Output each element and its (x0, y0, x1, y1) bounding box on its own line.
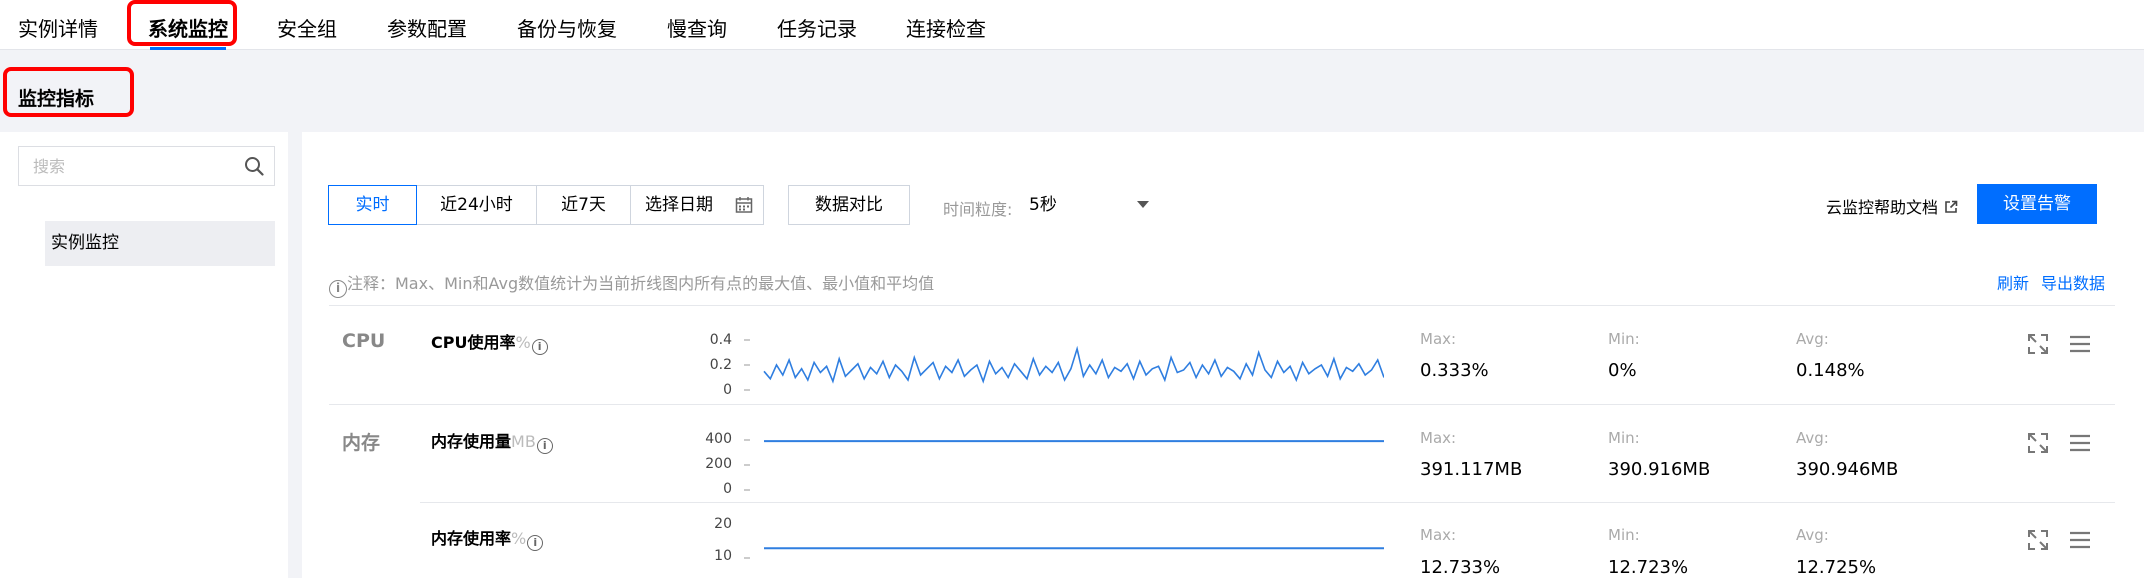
stat-label-avg: Avg: (1796, 330, 1829, 348)
memory-rate-chart[interactable] (744, 524, 1384, 578)
tab-task-records[interactable]: 任务记录 (777, 0, 857, 50)
main-panel: 实时 近24小时 近7天 选择日期 数据对比 时间粒度: 5秒 云监控帮助文档 … (302, 132, 2144, 578)
search-icon[interactable] (244, 156, 264, 176)
calendar-icon (735, 197, 753, 213)
help-icon[interactable]: i (536, 438, 553, 454)
y-tick: 0.4 (709, 332, 732, 348)
divider (420, 502, 2115, 503)
menu-icon[interactable] (2068, 431, 2092, 455)
top-tab-bar: 实例详情 系统监控 安全组 参数配置 备份与恢复 慢查询 任务记录 连接检查 (0, 0, 2144, 50)
expand-icon[interactable] (2026, 431, 2050, 455)
y-tick: 10 (714, 548, 732, 564)
note-label: 注释：Max、Min和Avg数值统计为当前折线图内所有点的最大值、最小值和平均值 (347, 274, 935, 293)
set-alarm-button[interactable]: 设置告警 (1977, 184, 2097, 224)
info-icon: i (329, 280, 347, 298)
y-tick: 400 (705, 431, 732, 447)
menu-icon[interactable] (2068, 528, 2092, 552)
metric-cpu-usage: CPU使用率% i (431, 329, 548, 355)
stat-value-min: 0% (1608, 360, 1637, 381)
category-cpu: CPU (342, 330, 386, 352)
help-doc-link[interactable]: 云监控帮助文档 (1826, 194, 1958, 218)
stat-value-max: 12.733% (1420, 557, 1501, 578)
cpu-usage-chart[interactable] (744, 334, 1384, 394)
help-icon[interactable]: i (531, 339, 548, 355)
stat-value-max: 0.333% (1420, 360, 1489, 381)
y-tick: 20 (714, 516, 732, 532)
divider (329, 305, 2115, 306)
metric-memory-usage: 内存使用量MB i (431, 428, 553, 454)
metric-name: 内存使用率 (431, 529, 512, 548)
stat-value-avg: 390.946MB (1796, 459, 1899, 480)
y-tick: 0 (723, 382, 732, 398)
stat-label-max: Max: (1420, 429, 1457, 447)
stat-value-avg: 0.148% (1796, 360, 1865, 381)
section-title: 监控指标 (18, 88, 95, 110)
metric-name: 内存使用量 (431, 432, 512, 451)
chevron-down-icon (1137, 201, 1149, 208)
time-range-group: 实时 近24小时 近7天 选择日期 (328, 185, 764, 225)
help-doc-link-label: 云监控帮助文档 (1826, 198, 1939, 217)
stat-value-avg: 12.725% (1796, 557, 1877, 578)
sidebar: 实例监控 (0, 132, 288, 578)
metric-unit: MB (511, 432, 536, 451)
date-picker[interactable]: 选择日期 (630, 185, 764, 225)
divider (329, 404, 2115, 405)
compare-button[interactable]: 数据对比 (788, 185, 910, 225)
external-link-icon (1945, 200, 1958, 213)
export-data-link[interactable]: 导出数据 (2041, 270, 2105, 294)
stat-label-min: Min: (1608, 330, 1640, 348)
tab-parameters[interactable]: 参数配置 (387, 0, 467, 50)
metric-unit: % (515, 333, 531, 352)
stat-label-max: Max: (1420, 330, 1457, 348)
expand-icon[interactable] (2026, 528, 2050, 552)
stat-value-max: 391.117MB (1420, 459, 1523, 480)
date-picker-label: 选择日期 (645, 195, 713, 215)
granularity-label: 时间粒度: (943, 200, 1013, 219)
tab-slow-query[interactable]: 慢查询 (667, 0, 727, 50)
stat-label-min: Min: (1608, 429, 1640, 447)
y-tick: 200 (705, 456, 732, 472)
search-box (18, 146, 275, 186)
tab-security-group[interactable]: 安全组 (277, 0, 337, 50)
search-input[interactable] (19, 147, 239, 185)
granularity-select[interactable]: 5秒 (1029, 186, 1149, 224)
granularity-value: 5秒 (1029, 195, 1057, 215)
stat-label-avg: Avg: (1796, 526, 1829, 544)
stat-label-avg: Avg: (1796, 429, 1829, 447)
help-icon[interactable]: i (527, 535, 544, 551)
stat-label-max: Max: (1420, 526, 1457, 544)
stat-value-min: 390.916MB (1608, 459, 1711, 480)
metric-name: CPU使用率 (431, 333, 516, 352)
sidebar-item-instance-monitor[interactable]: 实例监控 (45, 221, 275, 266)
metric-unit: % (511, 529, 527, 548)
tab-instance-details[interactable]: 实例详情 (18, 0, 98, 50)
note-text: i 注释：Max、Min和Avg数值统计为当前折线图内所有点的最大值、最小值和平均… (329, 270, 934, 298)
expand-icon[interactable] (2026, 332, 2050, 356)
y-tick: 0 (723, 481, 732, 497)
category-memory: 内存 (342, 432, 381, 454)
tab-backup-restore[interactable]: 备份与恢复 (517, 0, 617, 50)
range-7d-button[interactable]: 近7天 (536, 185, 631, 225)
range-realtime-button[interactable]: 实时 (328, 185, 417, 225)
refresh-link[interactable]: 刷新 (1997, 270, 2029, 294)
series-line (763, 345, 1384, 384)
menu-icon[interactable] (2068, 332, 2092, 356)
stat-label-min: Min: (1608, 526, 1640, 544)
range-24h-button[interactable]: 近24小时 (416, 185, 537, 225)
tab-system-monitor[interactable]: 系统监控 (148, 0, 228, 50)
y-tick: 0.2 (709, 357, 732, 373)
metric-memory-rate: 内存使用率% i (431, 525, 544, 551)
stat-value-min: 12.723% (1608, 557, 1689, 578)
memory-usage-chart[interactable] (744, 438, 1384, 492)
tab-connection-check[interactable]: 连接检查 (906, 0, 986, 50)
